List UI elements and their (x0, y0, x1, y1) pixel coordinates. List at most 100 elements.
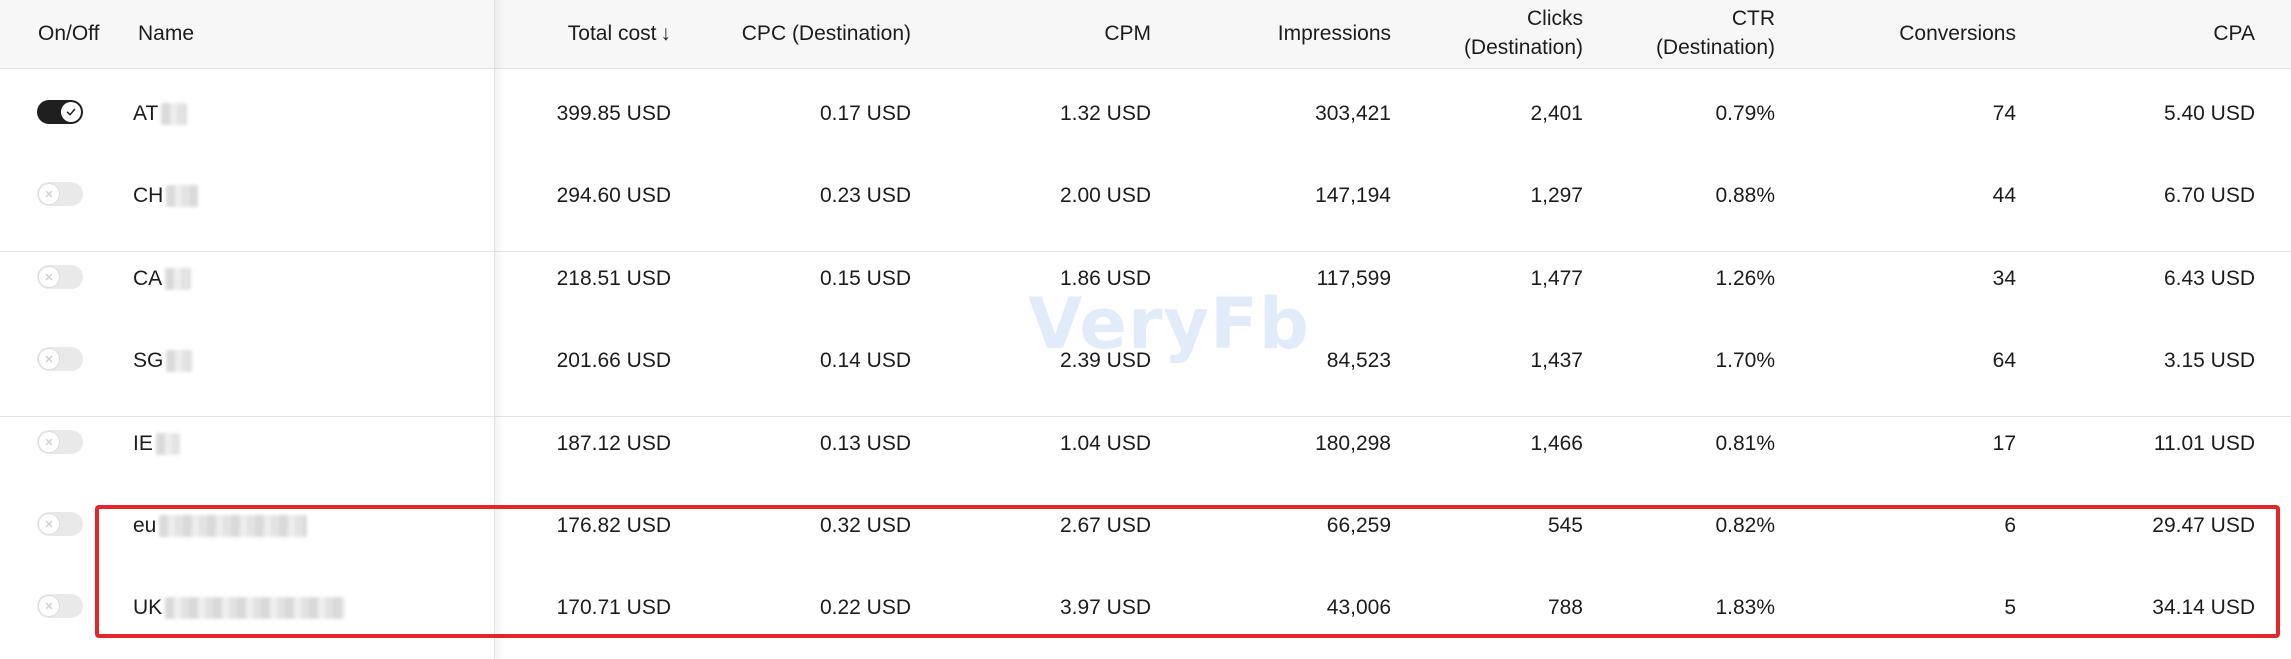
close-icon (45, 273, 53, 281)
cell-cpm: 1.32 USD (1059, 102, 1151, 125)
on-off-toggle[interactable] (37, 265, 83, 289)
cell-cpc: 0.23 USD (819, 184, 911, 207)
header-ctr-line1: CTR (1731, 7, 1775, 30)
cell-clicks: 788 (1547, 596, 1583, 619)
close-icon (45, 355, 53, 363)
cell-name[interactable]: AT (133, 99, 188, 128)
cell-cpa: 6.70 USD (2163, 184, 2255, 207)
redacted-name (165, 597, 346, 620)
table-row[interactable]: SG 201.66 USD 0.14 USD 2.39 USD 84,523 1,437 1… (0, 334, 2291, 417)
check-icon (66, 108, 76, 116)
cell-cpc: 0.15 USD (819, 267, 911, 290)
cell-name[interactable]: IE (133, 429, 180, 458)
on-off-toggle[interactable] (37, 430, 83, 454)
cell-ctr: 0.79% (1715, 102, 1775, 125)
cell-name[interactable]: UK (133, 593, 346, 622)
cell-name[interactable]: CA (133, 264, 192, 293)
cell-ctr: 1.26% (1715, 267, 1775, 290)
close-icon (45, 520, 53, 528)
close-icon (45, 438, 53, 446)
table-row[interactable]: AT 399.85 USD 0.17 USD 1.32 USD 303,421 2,401… (0, 87, 2291, 170)
toggle-knob (39, 349, 59, 369)
cell-name[interactable]: SG (133, 346, 193, 375)
redacted-name (159, 515, 308, 538)
toggle-knob (39, 184, 59, 204)
cell-ctr: 0.81% (1715, 432, 1775, 455)
cell-name[interactable]: eu (133, 511, 308, 540)
header-conversions[interactable]: Conversions (1899, 19, 2016, 48)
cell-name[interactable]: CH (133, 181, 199, 210)
header-impressions[interactable]: Impressions (1278, 19, 1391, 48)
toggle-knob (39, 514, 59, 534)
table-row[interactable]: CH 294.60 USD 0.23 USD 2.00 USD 147,194 1,297… (0, 169, 2291, 252)
table-row[interactable]: eu 176.82 USD 0.32 USD 2.67 USD 66,259 545 0.8… (0, 499, 2291, 582)
header-ctr-line2: (Destination) (1655, 36, 1775, 59)
header-clicks[interactable]: Clicks (Destination) (1464, 4, 1583, 62)
cell-total-cost: 176.82 USD (556, 514, 671, 537)
cell-conversions: 74 (1992, 102, 2016, 125)
cell-cpc: 0.32 USD (819, 514, 911, 537)
table-row[interactable]: UK 170.71 USD 0.22 USD 3.97 USD 43,006 788 1.8… (0, 581, 2291, 659)
on-off-toggle[interactable] (37, 347, 83, 371)
cell-total-cost: 187.12 USD (556, 432, 671, 455)
campaign-name: UK (133, 596, 163, 619)
cell-impressions: 147,194 (1315, 184, 1391, 207)
cell-impressions: 117,599 (1316, 267, 1391, 290)
cell-ctr: 1.83% (1715, 596, 1775, 619)
cell-impressions: 43,006 (1326, 596, 1391, 619)
header-clicks-line1: Clicks (1527, 7, 1583, 30)
toggle-knob (61, 102, 81, 122)
table-row[interactable]: IE 187.12 USD 0.13 USD 1.04 USD 180,298 1,466… (0, 417, 2291, 500)
cell-clicks: 1,477 (1530, 267, 1583, 290)
cell-conversions: 34 (1992, 267, 2016, 290)
on-off-toggle[interactable] (37, 182, 83, 206)
cell-cpm: 1.04 USD (1059, 432, 1151, 455)
cell-conversions: 6 (2004, 514, 2016, 537)
cell-cpa: 34.14 USD (2152, 596, 2255, 619)
cell-clicks: 1,437 (1530, 349, 1583, 372)
cell-ctr: 1.70% (1715, 349, 1775, 372)
header-total-cost-label: Total cost (567, 22, 657, 45)
cell-total-cost: 218.51 USD (556, 267, 671, 290)
cell-cpa: 3.15 USD (2163, 349, 2255, 372)
cell-impressions: 180,298 (1315, 432, 1391, 455)
campaign-name: eu (133, 514, 157, 537)
header-name[interactable]: Name (138, 19, 194, 48)
cell-ctr: 0.88% (1715, 184, 1775, 207)
header-onoff[interactable]: On/Off (38, 19, 99, 48)
redacted-name (166, 185, 199, 208)
header-cpc[interactable]: CPC (Destination) (742, 19, 911, 48)
cell-cpa: 5.40 USD (2163, 102, 2255, 125)
cell-cpa: 6.43 USD (2163, 267, 2255, 290)
redacted-name (165, 268, 192, 291)
cell-conversions: 5 (2004, 596, 2016, 619)
table-header: On/Off Name Total cost ↓ CPC (Destination… (0, 0, 2291, 69)
cell-cpa: 11.01 USD (2153, 432, 2255, 455)
cell-total-cost: 399.85 USD (556, 102, 671, 125)
cell-ctr: 0.82% (1715, 514, 1775, 537)
cell-total-cost: 201.66 USD (556, 349, 671, 372)
cell-cpm: 3.97 USD (1059, 596, 1151, 619)
cell-clicks: 1,297 (1530, 184, 1583, 207)
header-cpa[interactable]: CPA (2213, 19, 2255, 48)
on-off-toggle[interactable] (37, 100, 83, 124)
header-ctr[interactable]: CTR (Destination) (1656, 4, 1775, 62)
header-cpm[interactable]: CPM (1104, 19, 1151, 48)
cell-clicks: 2,401 (1530, 102, 1583, 125)
cell-cpm: 2.39 USD (1059, 349, 1151, 372)
campaign-name: CA (133, 267, 163, 290)
toggle-knob (39, 596, 59, 616)
redacted-name (166, 350, 193, 373)
cell-clicks: 1,466 (1530, 432, 1583, 455)
on-off-toggle[interactable] (37, 594, 83, 618)
toggle-knob (39, 267, 59, 287)
cell-cpc: 0.14 USD (819, 349, 911, 372)
table-row[interactable]: CA 218.51 USD 0.15 USD 1.86 USD 117,599 1,477… (0, 252, 2291, 335)
cell-total-cost: 294.60 USD (556, 184, 671, 207)
campaign-name: IE (133, 432, 153, 455)
on-off-toggle[interactable] (37, 512, 83, 536)
cell-cpm: 1.86 USD (1059, 267, 1151, 290)
cell-impressions: 84,523 (1326, 349, 1391, 372)
campaign-name: AT (133, 102, 159, 125)
header-total-cost[interactable]: Total cost ↓ (568, 19, 671, 48)
